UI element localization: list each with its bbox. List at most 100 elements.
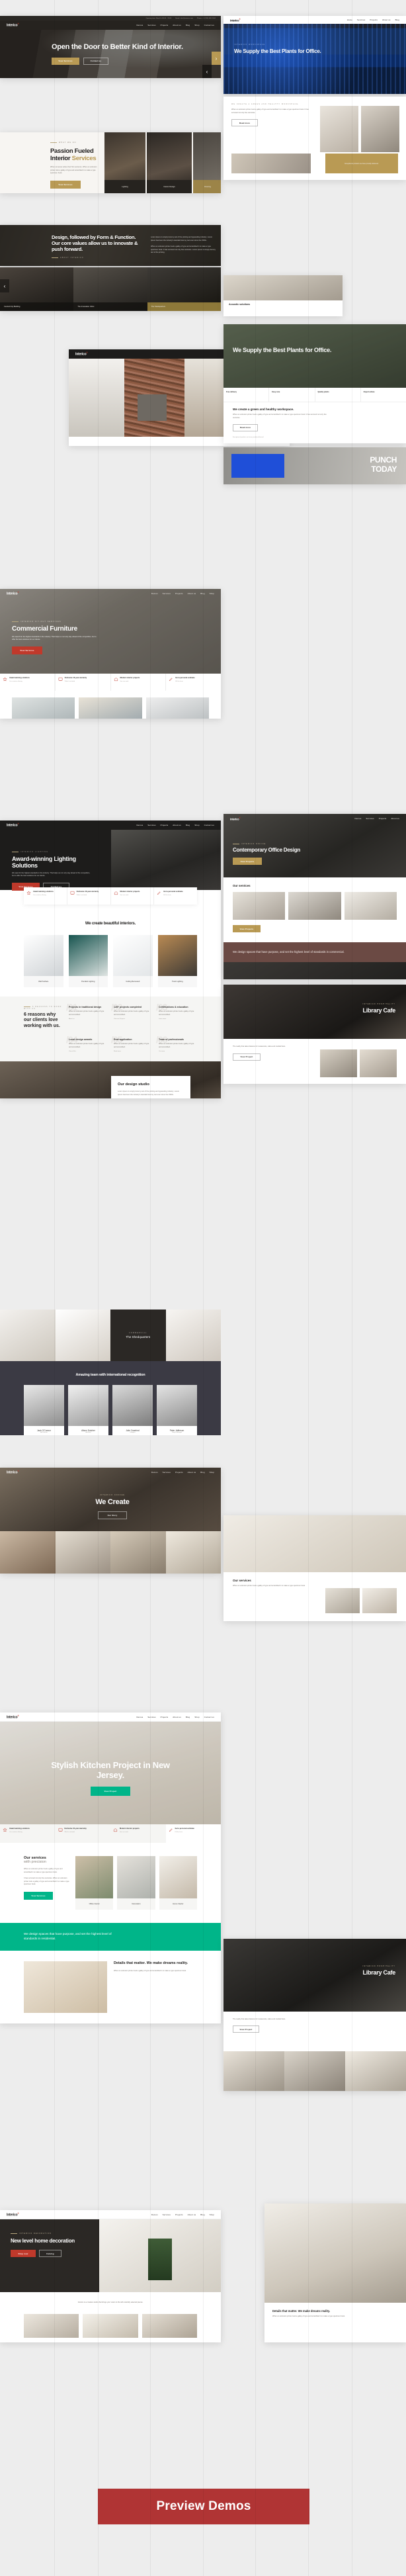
project-tile[interactable]: Commercial The Shedquarters	[110, 1310, 166, 1361]
feature-link[interactable]: What's included	[65, 1832, 87, 1833]
service-card[interactable]: Interior Design	[147, 132, 192, 193]
nav-item-1[interactable]: Services	[147, 24, 155, 26]
feature-link[interactable]: See our work	[120, 895, 140, 896]
service-card[interactable]: Lighting	[104, 132, 145, 193]
nav-item-2[interactable]: Projects	[175, 592, 183, 595]
project-tile[interactable]: The Steelquarters	[147, 267, 221, 311]
logo[interactable]: Interico®	[7, 591, 19, 596]
nav-item-5[interactable]: Shop	[194, 24, 199, 26]
hero-primary-button[interactable]: View Services	[52, 57, 79, 65]
hero-button[interactable]: Our Story	[98, 1511, 127, 1519]
gallery-image[interactable]	[231, 154, 311, 173]
nav-item-4[interactable]: Blog	[186, 1716, 190, 1718]
gallery-image[interactable]	[320, 106, 358, 152]
team-card[interactable]: Jack O'Connor Art Director	[24, 1385, 64, 1435]
nav-item-6[interactable]: Contact us	[204, 824, 214, 826]
nav-item-1[interactable]: Services	[366, 817, 374, 820]
hero-secondary-button[interactable]: Catalog	[39, 2250, 61, 2258]
demo-lighting-projects-grid[interactable]: Commercial The Shedquarters	[0, 1310, 221, 1361]
reason-link[interactable]: Learn more	[159, 1018, 197, 1020]
hero-button[interactable]: View Services	[12, 646, 42, 654]
nav-item-0[interactable]: Home	[347, 19, 352, 21]
demo-punch-promo[interactable]: PUNCH TODAY	[223, 447, 406, 484]
gallery-image[interactable]	[124, 359, 185, 437]
gallery-image[interactable]	[360, 1049, 397, 1077]
preview-demos-button[interactable]: Preview Demos	[98, 2489, 309, 2524]
feature-item[interactable]: Award-winning solutions Our creative offe…	[0, 1824, 56, 1843]
feature-item[interactable]: Expert advice	[361, 388, 406, 402]
feature-item[interactable]: Free delivery	[223, 388, 270, 402]
lighting-card[interactable]: Track Lighting	[157, 935, 197, 987]
lighting-card[interactable]: Ceiling Recessed	[113, 935, 153, 987]
nav-item-3[interactable]: About us	[391, 817, 399, 820]
studio-card[interactable]: Our design studio Lorem Ipsum is simply …	[111, 1076, 190, 1098]
feature-item[interactable]: Get a personal estimate Fill the form	[166, 674, 221, 691]
nav-item-5[interactable]: Shop	[210, 2213, 214, 2216]
nav-item-3[interactable]: About us	[188, 1471, 196, 1474]
logo[interactable]: Interico®	[230, 817, 241, 821]
feature-item[interactable]: Exclusive 10-year warranty What's include…	[67, 887, 111, 905]
nav-item-4[interactable]: Blog	[200, 2213, 204, 2216]
nav-item-2[interactable]: Projects	[161, 24, 169, 26]
project-tile[interactable]: Central City Building ‹	[0, 267, 74, 311]
reason-link[interactable]: Our team	[159, 1051, 197, 1052]
gallery-image[interactable]	[165, 1531, 221, 1574]
logo[interactable]: Interico®	[7, 822, 19, 828]
feature-item[interactable]: Modern interior projects See our work	[110, 1824, 166, 1843]
nav-item-2[interactable]: Projects	[379, 817, 387, 820]
reason-link[interactable]: Read more	[114, 1051, 152, 1052]
nav-item-1[interactable]: Services	[163, 592, 171, 595]
demo-lighting-team[interactable]: Amazing team with international recognit…	[0, 1361, 221, 1435]
category-card[interactable]: Bathroom	[12, 697, 75, 719]
demo-decoration[interactable]: Interico® Demos Services Projects About …	[0, 2210, 221, 2342]
nav-item-2[interactable]: Projects	[370, 19, 378, 21]
gallery-image[interactable]	[55, 1531, 110, 1574]
gallery-image[interactable]	[142, 2313, 197, 2338]
nav-links[interactable]: Demos Services Projects About us Blog Sh…	[151, 2213, 214, 2216]
gallery-image[interactable]	[24, 2313, 79, 2338]
nav-links[interactable]: Demos Services Projects About us Blog Sh…	[151, 592, 214, 595]
project-hero[interactable]: Black Rock Office, NYC	[223, 961, 406, 979]
nav-item-3[interactable]: About us	[382, 19, 391, 21]
demo-classic-values[interactable]: Design, followed by Form & Function. Our…	[0, 225, 221, 266]
services-button[interactable]: View Projects	[233, 925, 261, 932]
project-tile[interactable]: The Innovation Clinic	[73, 267, 147, 311]
service-card[interactable]: Home Interior	[159, 1856, 197, 1910]
gallery-image[interactable]	[284, 2051, 345, 2091]
nav-item-3[interactable]: About us	[173, 1716, 181, 1718]
logo[interactable]: Interico®	[7, 1714, 19, 1720]
promo-banner[interactable]: Exceptional products we have proudly del…	[325, 154, 398, 173]
nav-item-6[interactable]: Contact us	[204, 1716, 214, 1718]
nav-links[interactable]: Home Services Projects About us Blog	[347, 19, 399, 21]
gallery-image[interactable]	[361, 106, 399, 152]
card-image[interactable]	[223, 275, 343, 300]
project-tile[interactable]	[0, 1310, 56, 1361]
logo[interactable]: Interico®	[75, 351, 88, 357]
nav-links[interactable]: Demos Services Projects About us Blog Sh…	[151, 1471, 214, 1474]
team-card[interactable]: Alison Dutcher Architect	[68, 1385, 108, 1435]
gallery-image[interactable]	[83, 2313, 138, 2338]
nav-item-0[interactable]: Demos	[355, 817, 362, 820]
services-button[interactable]: View Services	[24, 1891, 53, 1900]
lighting-card[interactable]: Wall Surface	[24, 935, 63, 987]
nav-item-4[interactable]: Blog	[186, 824, 190, 826]
gallery-image[interactable]	[362, 1588, 397, 1613]
nav-item-5[interactable]: Shop	[194, 824, 199, 826]
nav-item-1[interactable]: Services	[147, 1716, 155, 1718]
demo-commercial[interactable]: Interico® Demos Services Projects About …	[0, 589, 221, 719]
nav-item-5[interactable]: Shop	[210, 1471, 214, 1474]
navbar[interactable]: Interico® Demos Services Projects About …	[0, 589, 221, 598]
project-tile[interactable]	[55, 1310, 110, 1361]
service-image[interactable]	[344, 892, 397, 920]
nav-item-3[interactable]: About us	[173, 24, 181, 26]
demo-lighting[interactable]: Interico® Demos Services Projects About …	[0, 821, 221, 1098]
feature-link[interactable]: Our creative offering	[33, 895, 54, 896]
gallery-image[interactable]	[110, 1531, 166, 1574]
nav-item-1[interactable]: Services	[357, 19, 365, 21]
nav-links[interactable]: Demos Services Projects About us Blog Sh…	[136, 1716, 214, 1718]
feature-item[interactable]: Modern interior projects See our work	[111, 674, 167, 691]
nav-item-2[interactable]: Projects	[161, 1716, 169, 1718]
logo[interactable]: Interico®	[7, 22, 19, 28]
nav-links[interactable]: Demos Services Projects About us Blog Sh…	[136, 824, 214, 826]
feature-image[interactable]	[24, 1961, 107, 2013]
